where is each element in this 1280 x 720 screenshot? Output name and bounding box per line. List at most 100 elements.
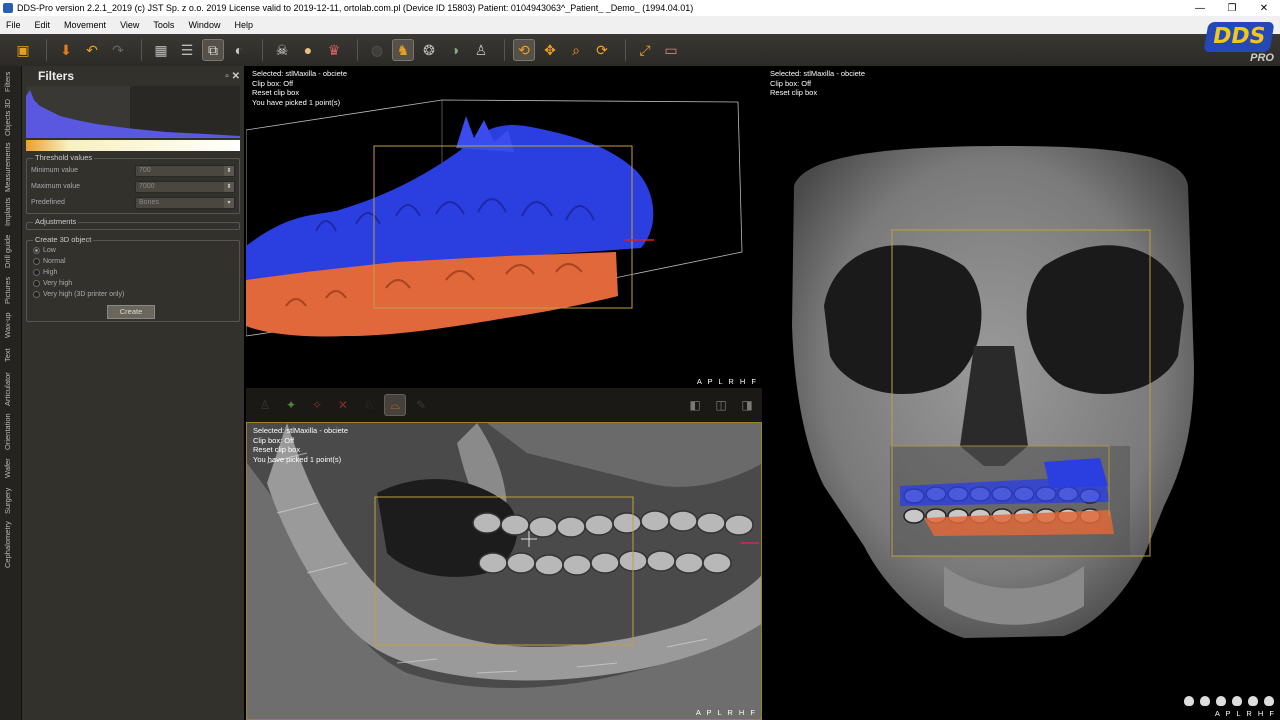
green-marker-icon[interactable]: ✦	[280, 394, 302, 416]
zoom-icon[interactable]: ⌕	[565, 39, 587, 61]
skull-render	[792, 146, 1194, 638]
pen-icon[interactable]: ✎	[410, 394, 432, 416]
teeth-icon[interactable]: ♛	[323, 39, 345, 61]
layout-slices-icon[interactable]: ☰	[176, 39, 198, 61]
threshold-gradient-bar[interactable]	[26, 140, 240, 151]
skull-front-icon[interactable]	[1184, 696, 1194, 706]
render-icon[interactable]: ◐	[228, 39, 250, 61]
grey-tooth-icon[interactable]: ♘	[358, 394, 380, 416]
viewport-3d-bottom-left[interactable]: Selected: stlMaxilla - obciete Clip box:…	[246, 422, 762, 720]
max-value-field[interactable]: 7000 ⬍	[135, 181, 235, 193]
quality-printer-radio[interactable]: Very high (3D printer only)	[33, 291, 124, 298]
predefined-text: Bones	[139, 199, 159, 206]
skull-bottom-icon[interactable]	[1264, 696, 1274, 706]
undo-icon[interactable]: ↶	[81, 39, 103, 61]
min-value-field[interactable]: 700 ⬍	[135, 165, 235, 177]
skull-view-icon[interactable]: ☠	[271, 39, 293, 61]
tab-wafer[interactable]: Wafer	[3, 458, 12, 478]
radio-dot-icon	[33, 291, 40, 298]
tooth-outline-icon[interactable]: ♙	[254, 394, 276, 416]
red-cross-icon[interactable]: ✕	[332, 394, 354, 416]
menu-window[interactable]: Window	[188, 20, 220, 30]
tab-pictures[interactable]: Pictures	[3, 277, 12, 304]
reset-clip-box-link[interactable]: Reset clip box	[770, 88, 865, 98]
orientation-letters[interactable]: A P L R H F	[696, 708, 757, 717]
open-patient-icon[interactable]: ▣	[12, 39, 34, 61]
create-button[interactable]: Create	[107, 305, 155, 319]
skull-left-icon[interactable]	[1216, 696, 1226, 706]
monster-icon[interactable]: ♞	[392, 39, 414, 61]
reset-clip-box-link[interactable]: Reset clip box	[252, 88, 347, 98]
maximize-button[interactable]: ❐	[1216, 3, 1248, 14]
tab-articulator[interactable]: Articulator	[3, 372, 12, 406]
orientation-letters[interactable]: A P L R H F	[1215, 709, 1276, 718]
arch-icon[interactable]: ⌓	[384, 394, 406, 416]
create-3d-group: Create 3D object Low Normal High Very hi…	[26, 235, 240, 322]
adjustments-group[interactable]: Adjustments	[26, 217, 240, 230]
close-button[interactable]: ✕	[1248, 3, 1280, 14]
predefined-select[interactable]: Bones ▾	[135, 197, 235, 209]
clip-box-status: Clip box: Off	[253, 435, 295, 445]
spinner-icon[interactable]: ⬍	[224, 182, 234, 192]
histogram[interactable]	[26, 86, 240, 138]
red-marker-icon[interactable]: ✧	[306, 394, 328, 416]
create-3d-group-title: Create 3D object	[33, 235, 94, 244]
quality-very-high-radio[interactable]: Very high	[33, 280, 72, 287]
menu-help[interactable]: Help	[234, 20, 253, 30]
tab-orientation[interactable]: Orientation	[3, 413, 12, 450]
half-sphere-icon[interactable]: ◑	[444, 39, 466, 61]
menu-tools[interactable]: Tools	[153, 20, 174, 30]
layout-grid-icon[interactable]: ▦	[150, 39, 172, 61]
left-tooth-icon[interactable]: ◧	[684, 394, 706, 416]
tab-objects-3d[interactable]: Objects 3D	[3, 99, 12, 136]
mandible-render	[247, 423, 761, 719]
tab-drill-guide[interactable]: Drill guide	[3, 235, 12, 268]
tooth-icon[interactable]: ♙	[470, 39, 492, 61]
tab-wax-up[interactable]: Wax-up	[3, 312, 12, 338]
menu-file[interactable]: File	[6, 20, 21, 30]
tab-implants[interactable]: Implants	[3, 198, 12, 226]
import-icon[interactable]: ⬇	[55, 39, 77, 61]
face-icon[interactable]: ◍	[366, 39, 388, 61]
reset-view-icon[interactable]: ⟳	[591, 39, 613, 61]
tab-filters[interactable]: Filters	[3, 72, 12, 92]
right-tooth-icon[interactable]: ◨	[736, 394, 758, 416]
move-icon[interactable]: ✥	[539, 39, 561, 61]
quality-printer-label: Very high (3D printer only)	[43, 291, 125, 298]
front-tooth-icon[interactable]: ◫	[710, 394, 732, 416]
predefined-label: Predefined	[31, 199, 65, 206]
film-icon[interactable]: ▭	[660, 39, 682, 61]
redo-icon[interactable]: ↷	[107, 39, 129, 61]
tab-measurements[interactable]: Measurements	[3, 142, 12, 192]
panel-dock-close-icon[interactable]: ▫ ✕	[225, 71, 240, 82]
layout-3d-icon[interactable]: ⧉	[202, 39, 224, 61]
rotate-icon[interactable]: ⟲	[513, 39, 535, 61]
menu-view[interactable]: View	[120, 20, 139, 30]
skull-back-icon[interactable]	[1200, 696, 1210, 706]
spinner-icon[interactable]: ⬍	[224, 166, 234, 176]
chevron-down-icon[interactable]: ▾	[224, 198, 234, 208]
viewport-3d-top-left[interactable]: Selected: stlMaxilla - obciete Clip box:…	[246, 66, 762, 388]
skull-mesh-icon[interactable]: ❂	[418, 39, 440, 61]
adjustments-group-title: Adjustments	[33, 217, 79, 226]
reset-clip-box-link[interactable]: Reset clip box	[253, 445, 348, 455]
bone-icon[interactable]: ●	[297, 39, 319, 61]
menu-movement[interactable]: Movement	[64, 20, 106, 30]
quality-high-radio[interactable]: High	[33, 269, 57, 276]
quality-low-radio[interactable]: Low	[33, 247, 56, 254]
viewport-3d-right[interactable]: Selected: stlMaxilla - obciete Clip box:…	[764, 66, 1280, 720]
tab-text[interactable]: Text	[3, 348, 12, 362]
clip-box-status: Clip box: Off	[252, 78, 294, 88]
axes-icon[interactable]: ⤢	[634, 39, 656, 61]
skull-right-icon[interactable]	[1232, 696, 1242, 706]
panel-title: Filters	[38, 69, 75, 83]
threshold-group-title: Threshold values	[33, 153, 95, 162]
orientation-letters[interactable]: A P L R H F	[697, 377, 758, 386]
tab-surgery[interactable]: Surgery	[3, 488, 12, 514]
tab-cephalometry[interactable]: Cephalometry	[3, 521, 12, 568]
quality-normal-radio[interactable]: Normal	[33, 258, 66, 265]
menu-edit[interactable]: Edit	[35, 20, 51, 30]
minimize-button[interactable]: —	[1184, 3, 1216, 14]
picked-points-text: You have picked 1 point(s)	[253, 454, 342, 464]
skull-top-icon[interactable]	[1248, 696, 1258, 706]
